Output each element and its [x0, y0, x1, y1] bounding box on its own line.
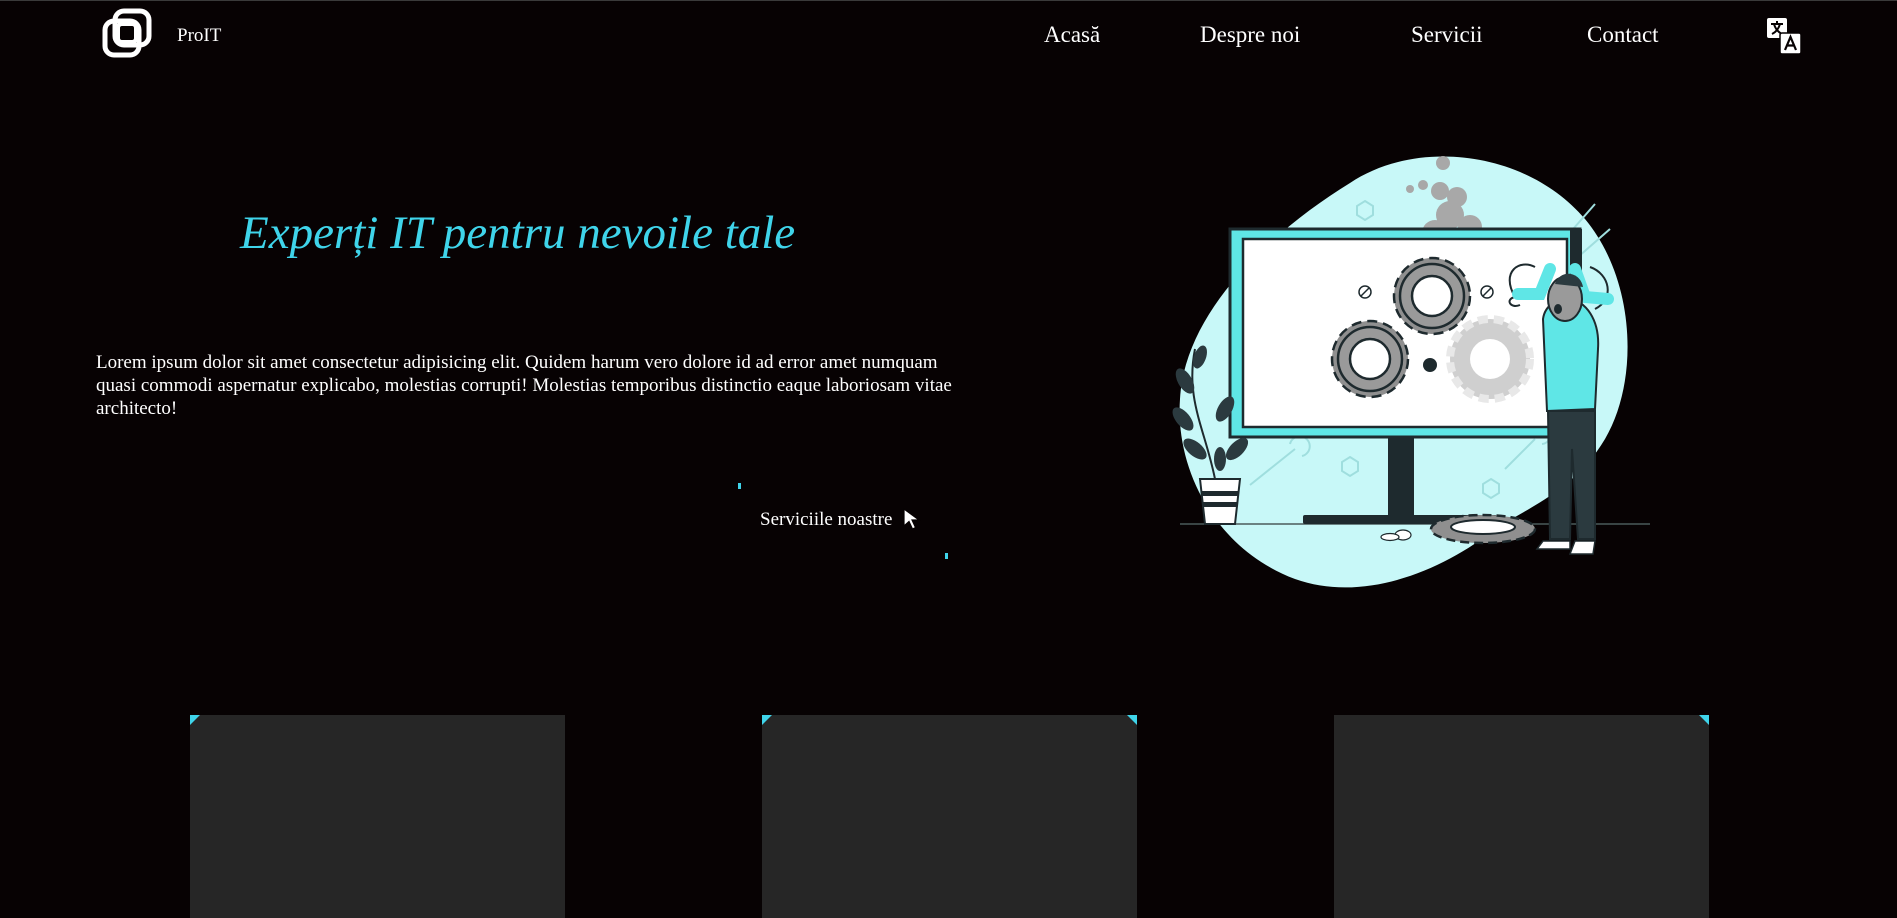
service-card[interactable]: [1334, 715, 1709, 918]
service-card[interactable]: [190, 715, 565, 918]
hero-description: Lorem ipsum dolor sit amet consectetur a…: [96, 352, 952, 419]
button-corner-accent: [945, 553, 948, 559]
translate-icon[interactable]: [1766, 17, 1802, 55]
nav-about-link[interactable]: Despre noi: [1200, 22, 1300, 48]
service-card[interactable]: [762, 715, 1137, 918]
gear-on-floor: [1429, 513, 1537, 545]
card-corner-accent: [1127, 715, 1137, 725]
gear-large-left: [1330, 319, 1410, 399]
nav-contact-link[interactable]: Contact: [1587, 22, 1659, 48]
services-button-label: Serviciile noastre: [760, 509, 893, 530]
logo-icon[interactable]: [101, 7, 153, 59]
card-corner-accent: [190, 715, 200, 725]
gear-faded-right: [1446, 315, 1534, 403]
card-corner-accent: [762, 715, 772, 725]
brand-name[interactable]: ProIT: [177, 25, 221, 47]
gear-top: [1392, 256, 1472, 336]
it-experts-illustration: [1172, 156, 1650, 588]
card-corner-accent: [1699, 715, 1709, 725]
button-corner-accent: [738, 483, 741, 489]
page: ProIT Acasă Despre noi Servicii Contact …: [0, 0, 1897, 918]
nav-home-link[interactable]: Acasă: [1044, 22, 1100, 48]
nav-services-link[interactable]: Servicii: [1411, 22, 1483, 48]
pointer-cursor-icon: [903, 507, 921, 530]
hero-title: Experți IT pentru nevoile tale: [240, 207, 796, 259]
